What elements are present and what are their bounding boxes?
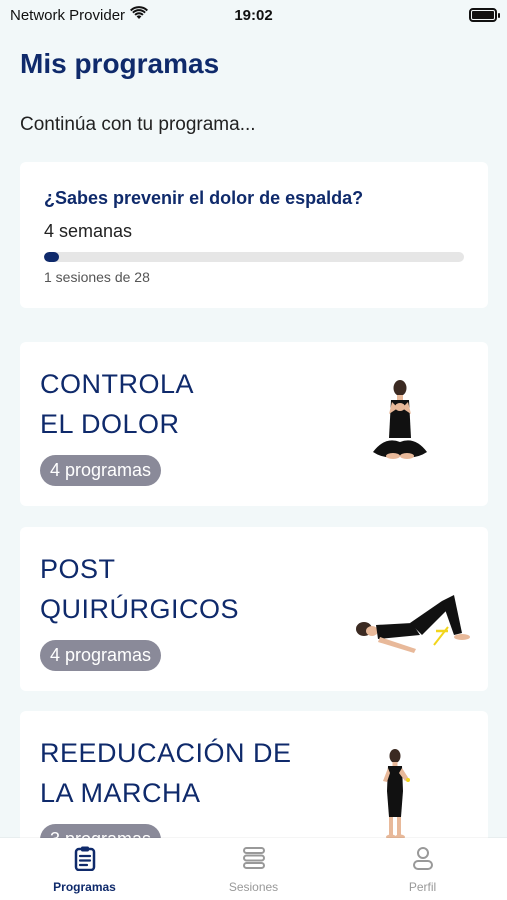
current-program-duration: 4 semanas	[44, 221, 133, 241]
status-right	[469, 8, 500, 22]
battery-fill	[472, 11, 494, 19]
category-card-controla-dolor[interactable]: CONTROLA EL DOLOR 4 programas	[20, 342, 488, 506]
programs-count-badge: 4 programas	[40, 640, 162, 671]
category-title: POST QUIRÚRGICOS	[40, 554, 240, 624]
stack-icon	[241, 845, 267, 876]
sessions-count: 1 sesiones de 28	[44, 269, 150, 285]
bottom-tab-bar: Programas Sesiones Perfil	[0, 838, 507, 900]
tab-label: Perfil	[408, 879, 437, 894]
tab-perfil[interactable]: Perfil	[363, 845, 483, 894]
battery-icon	[469, 8, 500, 22]
page-title: Mis programas	[20, 48, 220, 79]
program-progress-bar	[44, 252, 464, 262]
category-title: CONTROLA EL DOLOR	[40, 369, 195, 439]
status-left: Network Provider	[10, 6, 210, 24]
seated-meditation-figure	[365, 378, 435, 479]
person-icon	[411, 845, 435, 876]
programs-count-badge: 4 programas	[40, 455, 162, 486]
category-card-post-quirurgicos[interactable]: POST QUIRÚRGICOS 4 programas	[20, 527, 488, 691]
tab-label: Programas	[53, 879, 116, 894]
category-title: REEDUCACIÓN DE LA MARCHA	[40, 738, 292, 808]
program-progress-fill	[44, 252, 59, 262]
page-subtitle: Continúa con tu programa...	[20, 114, 256, 135]
tab-sesiones[interactable]: Sesiones	[194, 845, 314, 894]
carrier-label: Network Provider	[10, 6, 126, 24]
wifi-icon	[130, 6, 149, 24]
bridge-lying-figure	[350, 587, 478, 662]
status-bar: Network Provider 19:02	[0, 0, 507, 30]
current-program-card[interactable]: ¿Sabes prevenir el dolor de espalda? 4 s…	[20, 162, 488, 308]
current-program-title: ¿Sabes prevenir el dolor de espalda?	[44, 188, 364, 208]
clipboard-icon	[73, 845, 97, 876]
tab-label: Sesiones	[228, 879, 279, 894]
tab-programas[interactable]: Programas	[25, 845, 145, 894]
standing-band-figure	[375, 747, 419, 848]
